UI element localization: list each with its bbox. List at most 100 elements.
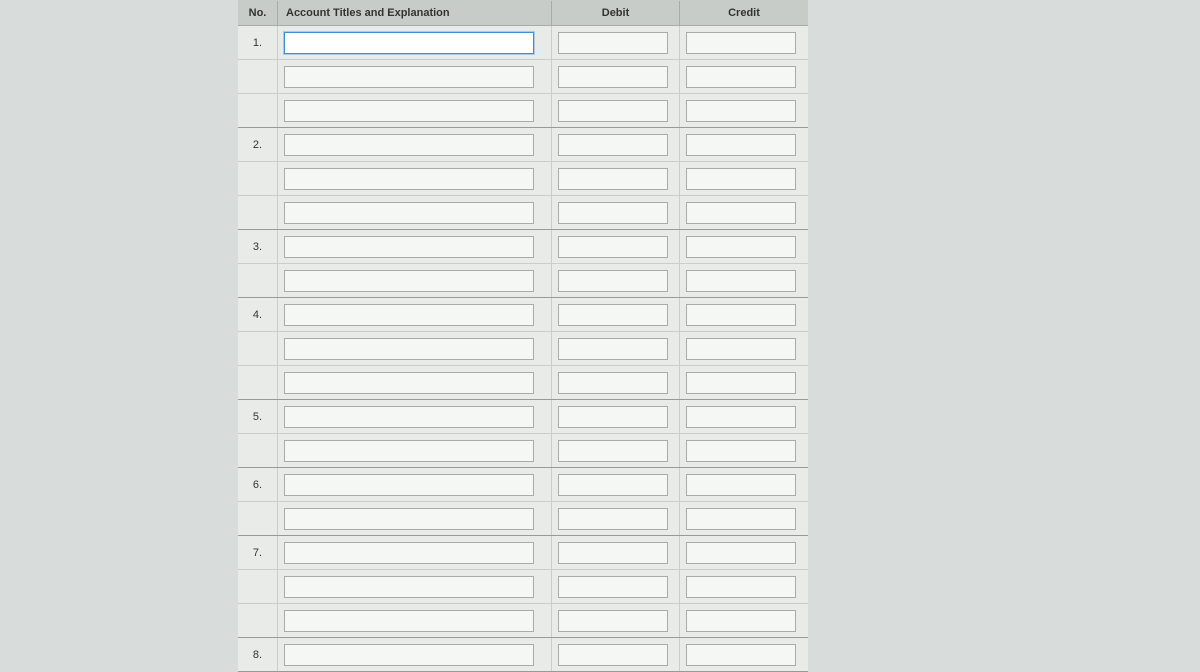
debit-input[interactable]: [558, 100, 668, 122]
debit-cell: [552, 366, 680, 399]
credit-cell: [680, 332, 808, 365]
row-number: 2.: [238, 128, 278, 161]
account-title-input[interactable]: [284, 338, 534, 360]
row-number: [238, 570, 278, 603]
table-row: [238, 60, 808, 94]
account-title-input[interactable]: [284, 134, 534, 156]
credit-input[interactable]: [686, 406, 796, 428]
account-cell: [278, 366, 552, 399]
row-number: [238, 434, 278, 467]
account-title-input[interactable]: [284, 440, 534, 462]
debit-cell: [552, 536, 680, 569]
credit-input[interactable]: [686, 100, 796, 122]
credit-input[interactable]: [686, 610, 796, 632]
row-number: [238, 604, 278, 637]
account-cell: [278, 332, 552, 365]
credit-cell: [680, 94, 808, 127]
credit-input[interactable]: [686, 270, 796, 292]
debit-input[interactable]: [558, 202, 668, 224]
account-cell: [278, 570, 552, 603]
account-title-input[interactable]: [284, 372, 534, 394]
journal-entry-table: No. Account Titles and Explanation Debit…: [238, 0, 808, 672]
table-row: 2.: [238, 128, 808, 162]
credit-input[interactable]: [686, 542, 796, 564]
account-title-input[interactable]: [284, 66, 534, 88]
credit-cell: [680, 604, 808, 637]
account-title-input[interactable]: [284, 542, 534, 564]
credit-input[interactable]: [686, 440, 796, 462]
account-cell: [278, 196, 552, 229]
account-title-input[interactable]: [284, 576, 534, 598]
credit-cell: [680, 298, 808, 331]
credit-input[interactable]: [686, 66, 796, 88]
account-title-input[interactable]: [284, 406, 534, 428]
debit-input[interactable]: [558, 304, 668, 326]
account-title-input[interactable]: [284, 202, 534, 224]
credit-cell: [680, 570, 808, 603]
row-number: 1.: [238, 26, 278, 59]
row-number: 3.: [238, 230, 278, 263]
account-title-input[interactable]: [284, 236, 534, 258]
credit-input[interactable]: [686, 644, 796, 666]
account-cell: [278, 298, 552, 331]
debit-input[interactable]: [558, 610, 668, 632]
debit-input[interactable]: [558, 32, 668, 54]
debit-input[interactable]: [558, 372, 668, 394]
account-cell: [278, 468, 552, 501]
credit-input[interactable]: [686, 202, 796, 224]
credit-input[interactable]: [686, 32, 796, 54]
debit-cell: [552, 264, 680, 297]
debit-input[interactable]: [558, 576, 668, 598]
account-cell: [278, 434, 552, 467]
credit-input[interactable]: [686, 372, 796, 394]
credit-cell: [680, 60, 808, 93]
account-cell: [278, 604, 552, 637]
debit-input[interactable]: [558, 440, 668, 462]
debit-input[interactable]: [558, 236, 668, 258]
debit-cell: [552, 638, 680, 671]
debit-input[interactable]: [558, 134, 668, 156]
debit-input[interactable]: [558, 406, 668, 428]
credit-input[interactable]: [686, 576, 796, 598]
debit-cell: [552, 196, 680, 229]
debit-input[interactable]: [558, 168, 668, 190]
account-cell: [278, 128, 552, 161]
debit-input[interactable]: [558, 644, 668, 666]
table-row: [238, 434, 808, 468]
credit-cell: [680, 196, 808, 229]
account-title-input[interactable]: [284, 100, 534, 122]
account-title-input[interactable]: [284, 270, 534, 292]
row-number: [238, 332, 278, 365]
row-number: 8.: [238, 638, 278, 671]
row-number: 7.: [238, 536, 278, 569]
debit-input[interactable]: [558, 474, 668, 496]
account-title-input[interactable]: [284, 474, 534, 496]
account-title-input[interactable]: [284, 304, 534, 326]
account-title-input[interactable]: [284, 168, 534, 190]
credit-input[interactable]: [686, 134, 796, 156]
debit-input[interactable]: [558, 66, 668, 88]
account-title-input[interactable]: [284, 644, 534, 666]
credit-input[interactable]: [686, 304, 796, 326]
debit-input[interactable]: [558, 270, 668, 292]
credit-cell: [680, 468, 808, 501]
table-row: [238, 604, 808, 638]
credit-input[interactable]: [686, 236, 796, 258]
credit-cell: [680, 264, 808, 297]
credit-input[interactable]: [686, 168, 796, 190]
account-title-input[interactable]: [284, 32, 534, 54]
credit-input[interactable]: [686, 508, 796, 530]
credit-cell: [680, 638, 808, 671]
debit-input[interactable]: [558, 508, 668, 530]
debit-cell: [552, 230, 680, 263]
account-title-input[interactable]: [284, 610, 534, 632]
account-cell: [278, 162, 552, 195]
credit-input[interactable]: [686, 474, 796, 496]
table-row: [238, 570, 808, 604]
account-title-input[interactable]: [284, 508, 534, 530]
credit-cell: [680, 434, 808, 467]
credit-input[interactable]: [686, 338, 796, 360]
credit-cell: [680, 400, 808, 433]
debit-input[interactable]: [558, 542, 668, 564]
debit-input[interactable]: [558, 338, 668, 360]
